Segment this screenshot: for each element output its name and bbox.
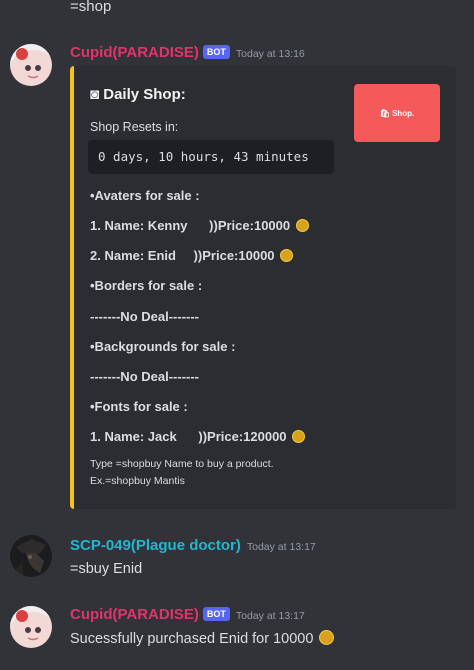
message-text-content: Sucessfully purchased Enid for 10000 <box>70 631 314 647</box>
cupid-avatar[interactable] <box>10 606 52 648</box>
item-name: 1. Name: Kenny <box>90 218 188 233</box>
message-header: SCP-049(Plague doctor) Today at 13:17 <box>70 537 316 554</box>
message-header: Cupid(PARADISE) BOT Today at 13:17 <box>70 606 305 623</box>
square-icon: ◙ <box>90 86 100 103</box>
bot-tag: BOT <box>202 607 230 621</box>
timestamp[interactable]: Today at 13:17 <box>247 541 316 553</box>
coin-icon <box>295 219 309 232</box>
coin-icon <box>292 430 306 443</box>
message-header: Cupid(PARADISE) BOT Today at 13:16 <box>70 44 305 61</box>
embed-footer-line-2: Ex.=shopbuy Mantis <box>90 475 185 487</box>
item-price: ))Price:10000 <box>209 218 291 233</box>
timestamp[interactable]: Today at 13:17 <box>236 610 305 622</box>
shop-thumbnail[interactable]: 🛍 Shop. <box>354 84 440 142</box>
scp-avatar[interactable] <box>10 535 52 577</box>
author-name[interactable]: SCP-049(Plague doctor) <box>70 537 241 554</box>
countdown-code-block: 0 days, 10 hours, 43 minutes <box>88 140 334 174</box>
cupid-avatar[interactable] <box>10 44 52 86</box>
message-text: =sbuy Enid <box>70 561 143 577</box>
timestamp[interactable]: Today at 13:16 <box>236 48 305 60</box>
daily-shop-embed: ◙ Daily Shop: Shop Resets in: 0 days, 10… <box>70 66 456 509</box>
previous-message-text: =shop <box>70 0 112 15</box>
avatar-item-1: 1. Name: Kenny ))Price:10000 <box>90 218 309 233</box>
avatars-header: •Avaters for sale : <box>90 188 200 203</box>
author-name[interactable]: Cupid(PARADISE) <box>70 606 199 623</box>
item-name: 1. Name: Jack <box>90 429 177 444</box>
coin-icon <box>319 630 335 645</box>
item-name: 2. Name: Enid <box>90 248 176 263</box>
item-price: ))Price:120000 <box>198 429 287 444</box>
author-name[interactable]: Cupid(PARADISE) <box>70 44 199 61</box>
embed-title: ◙ Daily Shop: <box>90 86 186 103</box>
backgrounds-header: •Backgrounds for sale : <box>90 339 236 354</box>
backgrounds-value: -------No Deal------- <box>90 369 200 384</box>
borders-value: -------No Deal------- <box>90 309 200 324</box>
coin-icon <box>280 249 294 262</box>
fonts-header: •Fonts for sale : <box>90 399 188 414</box>
message-text: Sucessfully purchased Enid for 10000 <box>70 630 335 647</box>
avatar-item-2: 2. Name: Enid ))Price:10000 <box>90 248 294 263</box>
shop-reset-label: Shop Resets in: <box>90 120 179 134</box>
font-item-1: 1. Name: Jack ))Price:120000 <box>90 429 306 444</box>
shop-thumbnail-label: 🛍 Shop. <box>379 108 415 118</box>
borders-header: •Borders for sale : <box>90 278 203 293</box>
embed-title-text: Daily Shop: <box>103 86 186 103</box>
item-price: ))Price:10000 <box>193 248 275 263</box>
embed-footer-line-1: Type =shopbuy Name to buy a product. <box>90 458 274 470</box>
bot-tag: BOT <box>202 45 230 59</box>
